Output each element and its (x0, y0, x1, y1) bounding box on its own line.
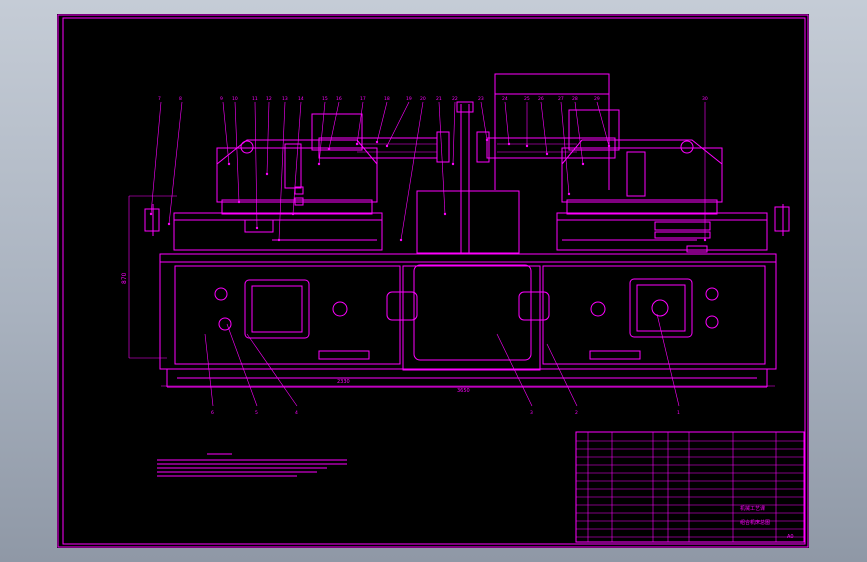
dim-height: 870 (121, 272, 128, 284)
reference-number: 17 (360, 96, 366, 102)
reference-number: 22 (452, 96, 458, 102)
reference-number: 29 (594, 96, 600, 102)
reference-number: 4 (295, 410, 298, 416)
reference-number: 8 (179, 96, 182, 102)
reference-number: 6 (211, 410, 214, 416)
leader-line (540, 101, 548, 155)
reference-number: 7 (158, 96, 161, 102)
leader-dot (485, 138, 489, 142)
leader-line (480, 101, 488, 141)
leader-dot (149, 212, 153, 216)
leader-dot (291, 212, 295, 216)
leader-dot (317, 162, 321, 166)
leader-line (376, 101, 388, 143)
assembly-drawing: 870 3650 2330 7 8 9 10 11 12 13 14 15 16 17 18 19 20 2… (57, 14, 809, 548)
reference-leaders-bottom: 6 5 4 3 2 1 (204, 313, 680, 416)
reference-number: 26 (538, 96, 544, 102)
leader-dot (581, 162, 585, 166)
leader-dot (525, 144, 529, 148)
reference-number: 20 (420, 96, 426, 102)
reference-number: 24 (502, 96, 508, 102)
leader-line (656, 313, 680, 407)
technical-notes (157, 453, 347, 477)
leader-dot (385, 144, 389, 148)
reference-number: 1 (677, 410, 680, 416)
leader-line (168, 101, 183, 225)
leader-line (204, 333, 214, 407)
leader-line (452, 101, 456, 165)
title-sheet: A0 (787, 534, 794, 540)
reference-number: 21 (436, 96, 442, 102)
reference-number: 3 (530, 410, 533, 416)
leader-dot (507, 142, 511, 146)
reference-number: 25 (524, 96, 530, 102)
reference-number: 2 (575, 410, 578, 416)
leader-line (596, 101, 610, 147)
leader-line (246, 333, 298, 407)
leader-line (254, 101, 258, 229)
leader-line (386, 101, 410, 147)
outer-border (57, 14, 809, 548)
leader-line (222, 101, 230, 165)
title-block: 机械工艺课 组合机床总图 A0 (575, 431, 805, 543)
reference-number: 5 (255, 410, 258, 416)
leader-dot (703, 238, 707, 242)
reference-number: 19 (406, 96, 412, 102)
leader-dot (375, 140, 379, 144)
leader-dot (443, 212, 447, 216)
leader-line (318, 101, 326, 165)
leader-dot (255, 226, 259, 230)
reference-number: 13 (282, 96, 288, 102)
reference-number: 12 (266, 96, 272, 102)
leader-dot (265, 172, 269, 176)
leader-line (292, 101, 302, 215)
right-slide-unit (556, 109, 790, 253)
leader-dot (327, 147, 331, 151)
reference-number: 9 (220, 96, 223, 102)
machine-bed (159, 253, 777, 388)
reference-number: 23 (478, 96, 484, 102)
leader-dot (277, 238, 281, 242)
leader-line (234, 101, 240, 203)
leader-line (150, 101, 162, 215)
reference-leaders-top: 7 8 9 10 11 12 13 14 15 16 17 18 19 20 21 22 23 24 25 26 27 2… (149, 96, 708, 242)
leader-dot (607, 144, 611, 148)
reference-number: 18 (384, 96, 390, 102)
leader-dot (227, 162, 231, 166)
leader-line (438, 101, 446, 215)
left-slide-unit (144, 113, 383, 251)
leader-dot (567, 192, 571, 196)
reference-number: 30 (702, 96, 708, 102)
leader-line (400, 101, 424, 241)
dim-inner: 2330 (337, 379, 350, 385)
reference-number: 10 (232, 96, 238, 102)
reference-number: 27 (558, 96, 564, 102)
title-drawing-name: 组合机床总图 (740, 519, 770, 526)
leader-dot (545, 152, 549, 156)
reference-number: 16 (336, 96, 342, 102)
reference-number: 15 (322, 96, 328, 102)
leader-dot (237, 200, 241, 204)
leader-line (546, 343, 578, 407)
leader-line (226, 323, 258, 407)
reference-number: 28 (572, 96, 578, 102)
leader-dot (167, 222, 171, 226)
drawing-sheet: 870 3650 2330 7 8 9 10 11 12 13 14 15 16 17 18 19 20 2… (57, 14, 809, 548)
reference-number: 14 (298, 96, 304, 102)
dim-base: 3650 (457, 388, 470, 394)
leader-dot (451, 162, 455, 166)
leader-line (328, 101, 340, 150)
leader-dot (399, 238, 403, 242)
reference-number: 11 (252, 96, 258, 102)
leader-dot (355, 142, 359, 146)
title-company: 机械工艺课 (740, 505, 765, 512)
leader-line (574, 101, 584, 165)
leader-line (266, 101, 270, 175)
leader-line (278, 101, 286, 241)
